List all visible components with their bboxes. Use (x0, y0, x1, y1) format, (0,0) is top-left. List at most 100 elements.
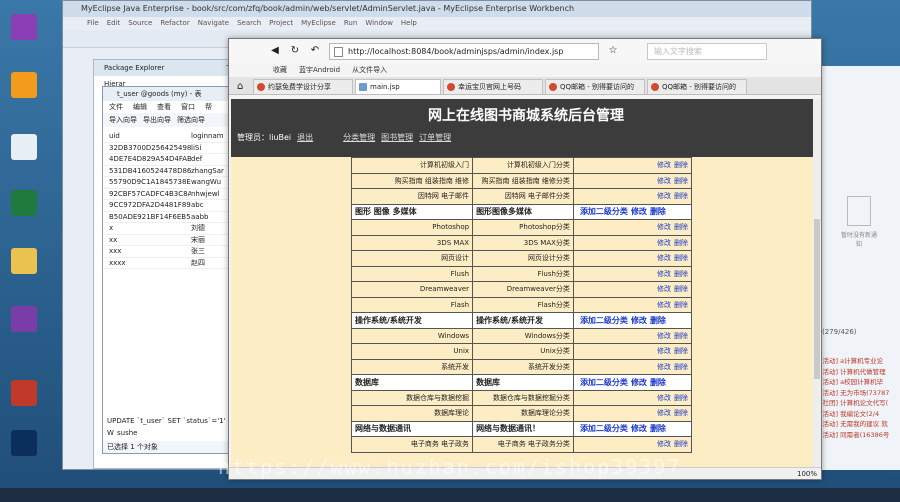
db-menu-item[interactable]: 帮 (205, 101, 212, 113)
edit-link[interactable]: 修改 (657, 177, 671, 185)
edit-link[interactable]: 修改 (657, 301, 671, 309)
search-input[interactable]: 输入文字搜索 (647, 42, 767, 60)
nav-category-manage[interactable]: 分类管理 (343, 131, 375, 145)
delete-link[interactable]: 删除 (650, 316, 666, 325)
table-row[interactable]: 9CC972DFA2D4481F8904 abc (103, 200, 233, 212)
table-row[interactable]: xx 宋丽 (103, 235, 233, 246)
db-node[interactable]: sushe (103, 427, 233, 439)
delete-link[interactable]: 删除 (674, 270, 688, 278)
add-subcategory-link[interactable]: 添加二级分类 (580, 424, 628, 433)
log-item[interactable]: [活动] 无为市场(73787 (820, 388, 889, 399)
import-wizard-button[interactable]: 导入向导 (109, 113, 137, 127)
nav-book-manage[interactable]: 图书管理 (381, 131, 413, 145)
edit-link[interactable]: 修改 (657, 332, 671, 340)
zoom-level[interactable]: 100% (797, 470, 817, 478)
scrollbar[interactable] (813, 99, 821, 469)
edit-link[interactable]: 修改 (657, 254, 671, 262)
menu-item[interactable]: File (87, 17, 99, 30)
menu-item[interactable]: Project (269, 17, 293, 30)
menu-item[interactable]: Refactor (160, 17, 189, 30)
delete-link[interactable]: 删除 (650, 378, 666, 387)
table-row[interactable]: uid loginnam (103, 131, 233, 143)
desktop-icon-archive[interactable] (2, 14, 46, 42)
desktop-icon-app[interactable] (2, 72, 46, 100)
db-menu-item[interactable]: 文件 (109, 101, 123, 113)
edit-link[interactable]: 修改 (657, 409, 671, 417)
menu-item[interactable]: Help (401, 17, 417, 30)
table-row[interactable]: B50ADE921BF14F6EB533 aabb (103, 212, 233, 223)
edit-link[interactable]: 修改 (657, 363, 671, 371)
filter-wizard-button[interactable]: 筛选向导 (177, 113, 205, 127)
edit-link[interactable]: 修改 (631, 424, 647, 433)
table-row[interactable]: xxxx 赵四 (103, 258, 233, 269)
menu-item[interactable]: MyEclipse (301, 17, 336, 30)
desktop-icon-file[interactable] (2, 134, 46, 162)
menu-item[interactable]: Navigate (198, 17, 229, 30)
desktop-icon-rar[interactable] (2, 306, 46, 334)
delete-link[interactable]: 删除 (674, 177, 688, 185)
db-menu-item[interactable]: 编辑 (133, 101, 147, 113)
desktop-icon-photoshop[interactable] (2, 430, 46, 458)
delete-link[interactable]: 删除 (650, 207, 666, 216)
db-menu-item[interactable]: 窗口 (181, 101, 195, 113)
bookmark-item[interactable]: 收藏 (273, 65, 287, 75)
delete-link[interactable]: 删除 (674, 301, 688, 309)
delete-link[interactable]: 删除 (674, 363, 688, 371)
menu-item[interactable]: Run (344, 17, 357, 30)
tab-active[interactable]: main.jsp (355, 79, 441, 94)
desktop-icon-folder[interactable] (2, 248, 46, 276)
delete-link[interactable]: 删除 (674, 285, 688, 293)
delete-link[interactable]: 删除 (674, 394, 688, 402)
edit-link[interactable]: 修改 (657, 347, 671, 355)
add-subcategory-link[interactable]: 添加二级分类 (580, 378, 628, 387)
desktop-icon-excel[interactable] (2, 190, 46, 218)
table-row[interactable]: 531DB4160524478D86F8 zhangSar (103, 166, 233, 177)
delete-link[interactable]: 删除 (674, 239, 688, 247)
log-item[interactable]: [活动] a校园计算机毕 (820, 377, 889, 388)
tab[interactable]: 约瑟免费学设计分享 (253, 79, 353, 94)
edit-link[interactable]: 修改 (657, 285, 671, 293)
bookmark-item[interactable]: 蓝宇Android (299, 65, 340, 75)
star-icon[interactable]: ☆ (607, 45, 619, 57)
db-menu-item[interactable]: 查看 (157, 101, 171, 113)
log-item[interactable]: [活动] 计算机代做管理 (820, 367, 889, 378)
delete-link[interactable]: 删除 (674, 223, 688, 231)
tab[interactable]: QQ邮箱 - 别得要访问的 (545, 79, 645, 94)
edit-link[interactable]: 修改 (657, 161, 671, 169)
delete-link[interactable]: 删除 (674, 332, 688, 340)
scrollbar-thumb[interactable] (814, 219, 820, 379)
logout-link[interactable]: 退出 (297, 131, 313, 145)
table-row[interactable]: 4DE7E4D829A54D4FAB1 def (103, 154, 233, 166)
export-wizard-button[interactable]: 导出向导 (143, 113, 171, 127)
edit-link[interactable]: 修改 (631, 207, 647, 216)
delete-link[interactable]: 删除 (674, 254, 688, 262)
menu-item[interactable]: Source (128, 17, 152, 30)
desktop-icon-user[interactable] (2, 380, 46, 408)
delete-link[interactable]: 删除 (674, 409, 688, 417)
add-subcategory-link[interactable]: 添加二级分类 (580, 207, 628, 216)
delete-link[interactable]: 删除 (674, 192, 688, 200)
log-item[interactable]: [活动] 无需我的建议 就 (820, 419, 889, 430)
edit-link[interactable]: 修改 (657, 239, 671, 247)
delete-link[interactable]: 删除 (674, 161, 688, 169)
tab-package-explorer[interactable]: Package Explorer (104, 64, 164, 72)
edit-link[interactable]: 修改 (657, 192, 671, 200)
table-row[interactable]: 55790D9C1A1845738E5DwangWu (103, 177, 233, 189)
log-item[interactable]: [活动] a计算机专业论 (820, 356, 889, 367)
table-row[interactable]: x 刘德 (103, 223, 233, 235)
edit-link[interactable]: 修改 (631, 316, 647, 325)
edit-link[interactable]: 修改 (657, 270, 671, 278)
add-subcategory-link[interactable]: 添加二级分类 (580, 316, 628, 325)
bookmark-item[interactable]: 从文件导入 (352, 65, 387, 75)
undo-icon[interactable]: ↶ (309, 45, 321, 57)
log-item[interactable]: [社团] 计算机论文代写( (820, 398, 889, 409)
menu-item[interactable]: Edit (107, 17, 121, 30)
tab[interactable]: QQ邮箱 - 别得要访问的 (647, 79, 747, 94)
table-row[interactable]: xxx 张三 (103, 246, 233, 258)
log-item[interactable]: [活动] 同需者(16386号 (820, 430, 889, 441)
edit-link[interactable]: 修改 (657, 394, 671, 402)
delete-link[interactable]: 删除 (674, 347, 688, 355)
tab[interactable]: 幸运宝贝官网上号码 (443, 79, 543, 94)
home-icon[interactable]: ⌂ (237, 79, 251, 94)
refresh-icon[interactable]: ↻ (289, 45, 301, 57)
